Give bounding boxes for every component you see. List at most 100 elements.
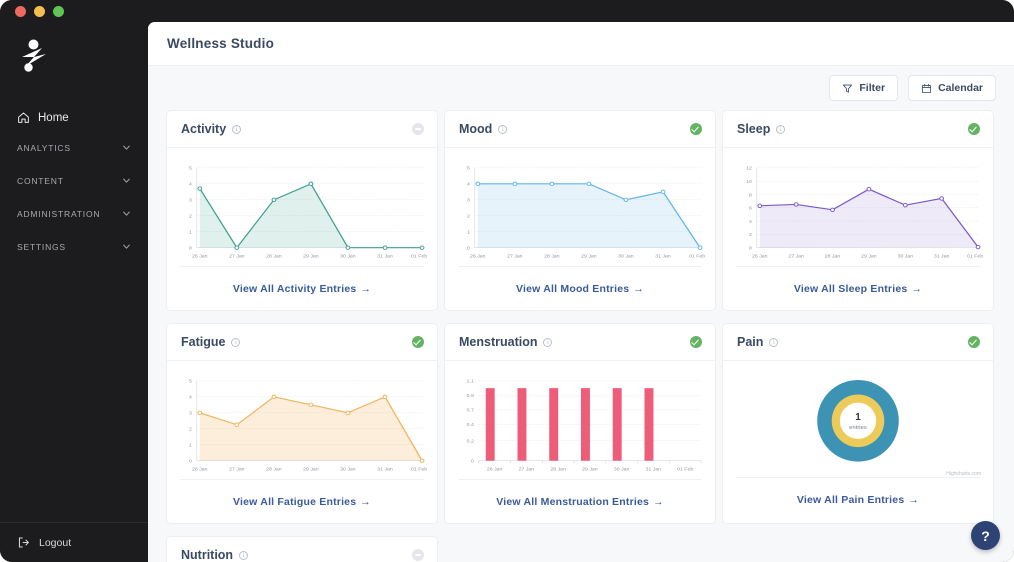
svg-text:29 Jan: 29 Jan [582, 467, 598, 473]
svg-text:2: 2 [467, 214, 470, 220]
info-icon[interactable]: i [543, 337, 553, 347]
page-title: Wellness Studio [167, 36, 275, 51]
card-fatigue: Fatigue i 5 4 3 2 1 0 26 Jan 27 Jan 28 J… [166, 323, 438, 524]
app-logo[interactable] [0, 22, 148, 90]
svg-text:29 Jan: 29 Jan [303, 254, 319, 260]
view-all-sleep-entries-link[interactable]: View All Sleep Entries → [794, 283, 922, 295]
svg-text:0: 0 [471, 459, 474, 465]
chevron-down-icon [123, 244, 130, 249]
sidebar-group-administration[interactable]: ADMINISTRATION [0, 197, 148, 230]
svg-text:0.2: 0.2 [467, 439, 474, 445]
svg-text:5: 5 [189, 379, 192, 385]
svg-text:4: 4 [189, 395, 192, 401]
help-button[interactable]: ? [971, 521, 1000, 550]
home-icon [18, 112, 29, 123]
view-all-fatigue-entries-link[interactable]: View All Fatigue Entries → [233, 496, 371, 508]
view-all-sleep-entries-label: View All Sleep Entries [793, 283, 908, 295]
svg-text:1: 1 [467, 230, 470, 236]
view-all-mood-entries-link[interactable]: View All Mood Entries → [516, 283, 644, 295]
card-mood-header: Mood i [445, 111, 715, 148]
sidebar: Home ANALYTICS CONTENT ADMINISTRATION SE… [0, 22, 148, 562]
info-icon[interactable]: i [769, 337, 779, 347]
card-pain-header: Pain i [723, 324, 993, 361]
card-fatigue-footer: View All Fatigue Entries → [180, 479, 424, 523]
svg-text:0: 0 [189, 246, 192, 252]
info-icon[interactable]: i [776, 124, 786, 134]
card-activity: Activity i 5 4 3 2 1 0 26 Jan 27 Jan 28 … [166, 110, 438, 311]
info-icon[interactable]: i [231, 337, 241, 347]
card-mood-chart: 5 4 3 2 1 0 26 Jan 27 Jan 28 Jan 29 Jan … [445, 148, 715, 266]
maximize-window-button[interactable] [53, 5, 64, 17]
svg-text:26 Jan: 26 Jan [487, 467, 503, 473]
svg-text:30 Jan: 30 Jan [898, 254, 914, 260]
svg-text:27 Jan: 27 Jan [788, 254, 804, 260]
question-mark-icon: ? [981, 527, 990, 544]
minimize-window-button[interactable] [34, 5, 45, 17]
logout-button[interactable]: Logout [0, 522, 148, 562]
sidebar-group-analytics[interactable]: ANALYTICS [0, 131, 148, 164]
card-sleep: Sleep i 12 10 8 6 4 2 0 26 Jan 27 Jan 28… [722, 110, 994, 311]
card-nutrition: Nutrition i [166, 536, 438, 562]
svg-text:30 Jan: 30 Jan [614, 467, 630, 473]
arrow-right-icon: → [360, 496, 371, 508]
card-menstruation-header: Menstruation i [445, 324, 715, 361]
metric-card-grid: Activity i 5 4 3 2 1 0 26 Jan 27 Jan 28 … [148, 110, 1014, 562]
calendar-icon [922, 83, 932, 93]
svg-text:2: 2 [189, 214, 192, 220]
check-circle-icon [968, 336, 980, 348]
info-icon[interactable]: i [498, 124, 508, 134]
sidebar-group-settings[interactable]: SETTINGS [0, 230, 148, 263]
svg-text:28 Jan: 28 Jan [825, 254, 841, 260]
card-sleep-title-group: Sleep i [737, 122, 786, 136]
svg-text:28 Jan: 28 Jan [544, 254, 560, 260]
svg-text:3: 3 [467, 198, 470, 204]
svg-text:26 Jan: 26 Jan [192, 254, 208, 260]
svg-text:3: 3 [189, 411, 192, 417]
card-mood-footer: View All Mood Entries → [458, 266, 702, 310]
sidebar-group-administration-label: ADMINISTRATION [17, 208, 101, 219]
svg-text:4: 4 [189, 182, 192, 188]
card-menstruation-title-group: Menstruation i [459, 335, 553, 349]
svg-text:4: 4 [467, 182, 470, 188]
sidebar-group-content[interactable]: CONTENT [0, 164, 148, 197]
card-menstruation-chart: 1.1 0.9 0.7 0.4 0.2 0 26 Jan 27 Jan 28 J… [445, 361, 715, 479]
calendar-button[interactable]: Calendar [908, 75, 996, 101]
app-window: Home ANALYTICS CONTENT ADMINISTRATION SE… [0, 0, 1014, 562]
menstruation-bar-chart: 1.1 0.9 0.7 0.4 0.2 0 26 Jan 27 Jan 28 J… [467, 379, 702, 473]
check-circle-icon [690, 336, 702, 348]
card-sleep-footer: View All Sleep Entries → [736, 266, 980, 310]
view-all-menstruation-entries-label: View All Menstruation Entries [496, 496, 650, 508]
info-icon[interactable]: i [232, 124, 242, 134]
toolbar: Filter Calendar [148, 66, 1014, 110]
svg-text:5: 5 [189, 166, 192, 172]
info-icon[interactable]: i [239, 550, 249, 560]
card-pain-chart: 1 entries [723, 361, 993, 479]
svg-text:01 Feb: 01 Feb [689, 254, 705, 260]
svg-text:26 Jan: 26 Jan [752, 254, 768, 260]
card-nutrition-title-group: Nutrition i [181, 548, 249, 562]
arrow-right-icon: → [911, 283, 923, 295]
card-activity-header: Activity i [167, 111, 437, 148]
card-sleep-header: Sleep i [723, 111, 993, 148]
svg-text:5: 5 [467, 166, 470, 172]
sidebar-item-home[interactable]: Home [0, 104, 148, 131]
svg-text:01 Feb: 01 Feb [677, 467, 693, 473]
svg-text:27 Jan: 27 Jan [229, 467, 245, 473]
svg-text:0: 0 [467, 246, 470, 252]
chevron-down-icon [123, 211, 130, 216]
chevron-down-icon [123, 178, 130, 183]
svg-text:1: 1 [189, 443, 192, 449]
card-fatigue-title: Fatigue [181, 335, 226, 349]
view-all-activity-entries-link[interactable]: View All Activity Entries → [233, 283, 371, 295]
view-all-pain-entries-link[interactable]: View All Pain Entries → [797, 494, 919, 506]
svg-text:2: 2 [749, 232, 752, 238]
view-all-menstruation-entries-link[interactable]: View All Menstruation Entries → [496, 496, 664, 508]
card-pain: Pain i 1 entries Highcharts.com View All… [722, 323, 994, 524]
filter-button[interactable]: Filter [829, 75, 899, 101]
svg-text:27 Jan: 27 Jan [507, 254, 523, 260]
card-menstruation-title: Menstruation [459, 335, 538, 349]
svg-text:31 Jan: 31 Jan [655, 254, 671, 260]
close-window-button[interactable] [15, 5, 26, 17]
card-activity-title: Activity [181, 122, 227, 136]
svg-text:26 Jan: 26 Jan [192, 467, 208, 473]
